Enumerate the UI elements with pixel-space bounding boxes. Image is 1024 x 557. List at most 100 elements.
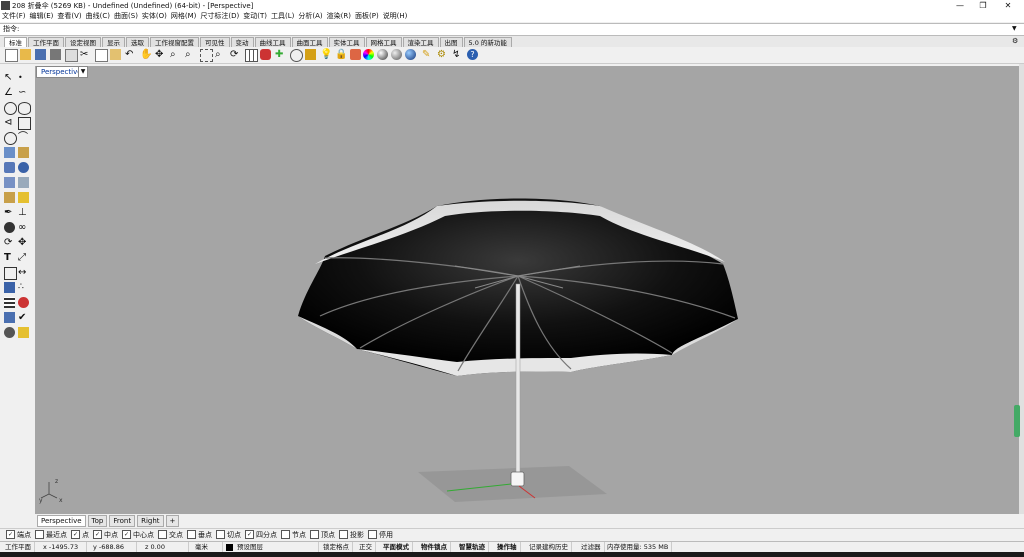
new-file-icon[interactable] (5, 49, 18, 62)
menu-dimension[interactable]: 尺寸标注(D) (198, 11, 241, 22)
circle-select-icon[interactable] (290, 49, 303, 62)
render-sphere-icon[interactable] (377, 49, 388, 60)
menu-tools[interactable]: 工具(L) (269, 11, 296, 22)
restore-icon[interactable]: ❐ (971, 0, 995, 11)
import-icon[interactable] (65, 49, 78, 62)
osnap-2[interactable]: ✓ 点 (71, 529, 89, 541)
polygon-icon[interactable] (4, 132, 17, 145)
add-view-tab[interactable]: + (165, 515, 180, 527)
checkbox[interactable] (216, 529, 225, 539)
flow-icon[interactable]: ↯ (452, 49, 463, 60)
cut-icon[interactable]: ✂ (80, 49, 91, 60)
menu-view[interactable]: 查看(V) (55, 11, 83, 22)
checkbox[interactable] (368, 529, 377, 539)
boolean-icon[interactable] (4, 222, 15, 233)
osnap-8[interactable]: ✓ 四分点 (245, 529, 277, 541)
checkbox[interactable] (339, 529, 348, 539)
print-icon[interactable] (50, 49, 61, 60)
settings-icon[interactable]: ⚙ (437, 49, 448, 60)
color-wheel-icon[interactable] (363, 49, 374, 60)
undo-icon[interactable]: ↶ (125, 49, 136, 60)
checkbox[interactable] (281, 529, 290, 539)
osnap-9[interactable]: 节点 (281, 529, 306, 541)
rectangle-icon[interactable] (18, 117, 31, 130)
curve-icon[interactable]: ∽ (18, 87, 29, 98)
analyze-icon[interactable]: ∴ (18, 282, 29, 293)
layout-icon[interactable] (4, 312, 15, 323)
zoom-window-icon[interactable]: ⌕ (185, 49, 196, 60)
panel-toggle[interactable] (1014, 405, 1020, 437)
checkbox[interactable]: ✓ (93, 529, 102, 539)
menu-mesh[interactable]: 网格(M) (169, 11, 199, 22)
osnap-12[interactable]: 停用 (368, 529, 393, 541)
checkbox[interactable] (187, 529, 196, 539)
group-icon[interactable]: ∞ (18, 222, 29, 233)
car-icon[interactable] (260, 49, 271, 60)
checkbox[interactable]: ✓ (6, 529, 15, 539)
solid-union-icon[interactable] (18, 162, 29, 173)
help-icon[interactable]: ? (467, 49, 478, 60)
perspective-viewport[interactable]: z x y (35, 66, 1020, 514)
zoom-selected-icon[interactable]: ⌕ (215, 49, 226, 60)
tab-top[interactable]: Top (87, 515, 108, 527)
cplane-icon[interactable]: ✚ (275, 49, 286, 60)
trim-icon[interactable]: ✒ (4, 207, 15, 218)
mesh-icon[interactable] (18, 177, 29, 188)
text-icon[interactable]: T (4, 252, 15, 263)
checkbox[interactable] (35, 529, 44, 539)
light-icon[interactable] (18, 327, 29, 338)
arc-icon[interactable]: ⊲ (4, 117, 15, 128)
scale-icon[interactable]: ⤢ (18, 252, 29, 263)
block-icon[interactable] (4, 282, 15, 293)
paste-icon[interactable] (110, 49, 121, 60)
pan-hand-icon[interactable]: ✋ (140, 49, 152, 60)
open-folder-icon[interactable] (20, 49, 31, 60)
move-view-icon[interactable]: ✥ (155, 49, 166, 60)
zoom-icon[interactable]: ⌕ (170, 49, 181, 60)
osnap-4[interactable]: ✓ 中心点 (122, 529, 154, 541)
checkbox[interactable]: ✓ (245, 529, 254, 539)
explode-icon[interactable] (18, 192, 29, 203)
checkbox[interactable]: ✓ (71, 529, 80, 539)
tab-front[interactable]: Front (109, 515, 136, 527)
copy-icon[interactable] (95, 49, 108, 62)
lock-icon[interactable]: 🔒 (335, 49, 347, 60)
menu-analyze[interactable]: 分析(A) (296, 11, 324, 22)
menu-curve[interactable]: 曲线(C) (84, 11, 112, 22)
menu-render[interactable]: 渲染(R) (325, 11, 353, 22)
menu-help[interactable]: 说明(H) (381, 11, 410, 22)
layer-icon[interactable] (350, 49, 361, 60)
menu-panels[interactable]: 面板(P) (353, 11, 381, 22)
join-icon[interactable]: ⊥ (18, 207, 29, 218)
command-input[interactable] (22, 25, 1012, 34)
polyline-icon[interactable]: ∠ (4, 87, 15, 98)
osnap-10[interactable]: 顶点 (310, 529, 335, 541)
checkbox[interactable] (158, 529, 167, 539)
osnap-11[interactable]: 投影 (339, 529, 364, 541)
viewport-grid-icon[interactable] (245, 49, 258, 62)
gear-icon[interactable]: ⚙ (1012, 37, 1018, 45)
move-icon[interactable]: ✥ (18, 237, 29, 248)
material-icon[interactable] (391, 49, 402, 60)
camera-icon[interactable] (4, 327, 15, 338)
minimize-icon[interactable]: — (948, 0, 972, 11)
chevron-down-icon[interactable]: ▼ (1012, 25, 1017, 32)
checkbox[interactable]: ✓ (122, 529, 131, 539)
menu-solid[interactable]: 实体(O) (140, 11, 169, 22)
split-icon[interactable] (4, 192, 15, 203)
osnap-5[interactable]: 交点 (158, 529, 183, 541)
point-icon[interactable]: • (18, 72, 29, 83)
menu-transform[interactable]: 变动(T) (241, 11, 269, 22)
surface-edit-icon[interactable] (18, 147, 29, 158)
ellipse-icon[interactable] (18, 102, 31, 115)
rotate-view-icon[interactable]: ⟳ (230, 49, 241, 60)
zoom-extents-icon[interactable] (200, 49, 213, 62)
osnap-6[interactable]: 垂点 (187, 529, 212, 541)
osnap-0[interactable]: ✓ 端点 (6, 529, 31, 541)
rotate-icon[interactable]: ⟳ (4, 237, 15, 248)
light-bulb-icon[interactable]: 💡 (320, 49, 332, 60)
surface-icon[interactable] (4, 147, 15, 158)
hatch-icon[interactable] (4, 297, 15, 308)
cylinder-icon[interactable] (4, 177, 15, 188)
osnap-7[interactable]: 切点 (216, 529, 241, 541)
